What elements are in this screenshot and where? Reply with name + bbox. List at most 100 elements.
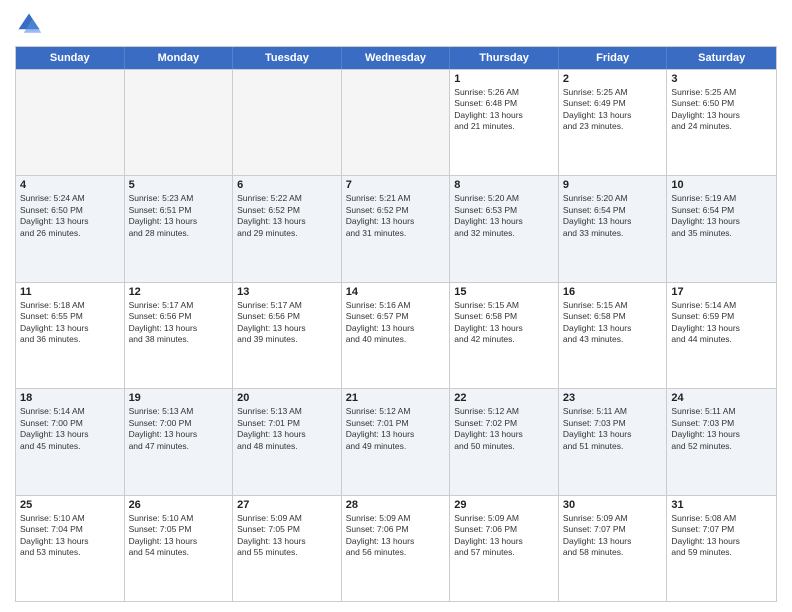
day-number: 14 xyxy=(346,286,446,298)
day-number: 10 xyxy=(671,179,772,191)
calendar: SundayMondayTuesdayWednesdayThursdayFrid… xyxy=(15,46,777,602)
calendar-row-3: 18 Sunrise: 5:14 AM Sunset: 7:00 PM Dayli… xyxy=(16,388,776,494)
day-info: Sunrise: 5:11 AM Sunset: 7:03 PM Dayligh… xyxy=(671,406,772,452)
day-number: 6 xyxy=(237,179,337,191)
day-cell-10: 10 Sunrise: 5:19 AM Sunset: 6:54 PM Dayli… xyxy=(667,176,776,281)
day-info: Sunrise: 5:14 AM Sunset: 6:59 PM Dayligh… xyxy=(671,300,772,346)
day-cell-9: 9 Sunrise: 5:20 AM Sunset: 6:54 PM Daylig… xyxy=(559,176,668,281)
empty-cell xyxy=(125,70,234,175)
header-day-tuesday: Tuesday xyxy=(233,47,342,69)
day-number: 28 xyxy=(346,499,446,511)
day-cell-27: 27 Sunrise: 5:09 AM Sunset: 7:05 PM Dayli… xyxy=(233,496,342,601)
empty-cell xyxy=(342,70,451,175)
header-day-thursday: Thursday xyxy=(450,47,559,69)
day-info: Sunrise: 5:23 AM Sunset: 6:51 PM Dayligh… xyxy=(129,193,229,239)
day-number: 18 xyxy=(20,392,120,404)
calendar-header: SundayMondayTuesdayWednesdayThursdayFrid… xyxy=(16,47,776,69)
logo xyxy=(15,10,47,38)
day-cell-4: 4 Sunrise: 5:24 AM Sunset: 6:50 PM Daylig… xyxy=(16,176,125,281)
day-cell-8: 8Sunrise: 5:20 AM Sunset: 6:53 PM Daylig… xyxy=(450,176,559,281)
day-number: 22 xyxy=(454,392,554,404)
day-number: 11 xyxy=(20,286,120,298)
day-info: Sunrise: 5:13 AM Sunset: 7:00 PM Dayligh… xyxy=(129,406,229,452)
day-number: 5 xyxy=(129,179,229,191)
day-cell-12: 12 Sunrise: 5:17 AM Sunset: 6:56 PM Dayli… xyxy=(125,283,234,388)
calendar-row-4: 25Sunrise: 5:10 AM Sunset: 7:04 PM Dayli… xyxy=(16,495,776,601)
day-cell-22: 22 Sunrise: 5:12 AM Sunset: 7:02 PM Dayli… xyxy=(450,389,559,494)
calendar-row-1: 4 Sunrise: 5:24 AM Sunset: 6:50 PM Daylig… xyxy=(16,175,776,281)
calendar-row-2: 11 Sunrise: 5:18 AM Sunset: 6:55 PM Dayli… xyxy=(16,282,776,388)
day-cell-25: 25Sunrise: 5:10 AM Sunset: 7:04 PM Dayli… xyxy=(16,496,125,601)
day-number: 1 xyxy=(454,73,554,85)
header-day-wednesday: Wednesday xyxy=(342,47,451,69)
day-cell-6: 6 Sunrise: 5:22 AM Sunset: 6:52 PM Daylig… xyxy=(233,176,342,281)
day-info: Sunrise: 5:25 AM Sunset: 6:49 PM Dayligh… xyxy=(563,87,663,133)
day-number: 27 xyxy=(237,499,337,511)
day-info: Sunrise: 5:26 AM Sunset: 6:48 PM Dayligh… xyxy=(454,87,554,133)
day-cell-30: 30 Sunrise: 5:09 AM Sunset: 7:07 PM Dayli… xyxy=(559,496,668,601)
day-info: Sunrise: 5:09 AM Sunset: 7:05 PM Dayligh… xyxy=(237,513,337,559)
day-info: Sunrise: 5:17 AM Sunset: 6:56 PM Dayligh… xyxy=(129,300,229,346)
day-number: 3 xyxy=(671,73,772,85)
day-number: 16 xyxy=(563,286,663,298)
day-number: 12 xyxy=(129,286,229,298)
header-day-sunday: Sunday xyxy=(16,47,125,69)
day-info: Sunrise: 5:20 AM Sunset: 6:54 PM Dayligh… xyxy=(563,193,663,239)
day-info: Sunrise: 5:13 AM Sunset: 7:01 PM Dayligh… xyxy=(237,406,337,452)
day-info: Sunrise: 5:08 AM Sunset: 7:07 PM Dayligh… xyxy=(671,513,772,559)
day-cell-13: 13 Sunrise: 5:17 AM Sunset: 6:56 PM Dayli… xyxy=(233,283,342,388)
day-cell-16: 16Sunrise: 5:15 AM Sunset: 6:58 PM Dayli… xyxy=(559,283,668,388)
day-number: 15 xyxy=(454,286,554,298)
calendar-row-0: 1 Sunrise: 5:26 AM Sunset: 6:48 PM Daylig… xyxy=(16,69,776,175)
day-cell-1: 1 Sunrise: 5:26 AM Sunset: 6:48 PM Daylig… xyxy=(450,70,559,175)
header-day-friday: Friday xyxy=(559,47,668,69)
day-cell-5: 5 Sunrise: 5:23 AM Sunset: 6:51 PM Daylig… xyxy=(125,176,234,281)
day-number: 21 xyxy=(346,392,446,404)
day-number: 29 xyxy=(454,499,554,511)
day-info: Sunrise: 5:16 AM Sunset: 6:57 PM Dayligh… xyxy=(346,300,446,346)
day-info: Sunrise: 5:09 AM Sunset: 7:06 PM Dayligh… xyxy=(454,513,554,559)
day-cell-11: 11 Sunrise: 5:18 AM Sunset: 6:55 PM Dayli… xyxy=(16,283,125,388)
day-cell-24: 24 Sunrise: 5:11 AM Sunset: 7:03 PM Dayli… xyxy=(667,389,776,494)
day-number: 2 xyxy=(563,73,663,85)
day-info: Sunrise: 5:25 AM Sunset: 6:50 PM Dayligh… xyxy=(671,87,772,133)
day-number: 31 xyxy=(671,499,772,511)
day-cell-29: 29 Sunrise: 5:09 AM Sunset: 7:06 PM Dayli… xyxy=(450,496,559,601)
day-info: Sunrise: 5:21 AM Sunset: 6:52 PM Dayligh… xyxy=(346,193,446,239)
day-number: 20 xyxy=(237,392,337,404)
page: SundayMondayTuesdayWednesdayThursdayFrid… xyxy=(0,0,792,612)
empty-cell xyxy=(16,70,125,175)
day-info: Sunrise: 5:11 AM Sunset: 7:03 PM Dayligh… xyxy=(563,406,663,452)
day-info: Sunrise: 5:24 AM Sunset: 6:50 PM Dayligh… xyxy=(20,193,120,239)
day-info: Sunrise: 5:09 AM Sunset: 7:06 PM Dayligh… xyxy=(346,513,446,559)
day-info: Sunrise: 5:12 AM Sunset: 7:02 PM Dayligh… xyxy=(454,406,554,452)
day-number: 30 xyxy=(563,499,663,511)
day-cell-15: 15Sunrise: 5:15 AM Sunset: 6:58 PM Dayli… xyxy=(450,283,559,388)
day-info: Sunrise: 5:14 AM Sunset: 7:00 PM Dayligh… xyxy=(20,406,120,452)
header-day-monday: Monday xyxy=(125,47,234,69)
day-info: Sunrise: 5:20 AM Sunset: 6:53 PM Dayligh… xyxy=(454,193,554,239)
day-number: 9 xyxy=(563,179,663,191)
day-number: 13 xyxy=(237,286,337,298)
day-cell-19: 19Sunrise: 5:13 AM Sunset: 7:00 PM Dayli… xyxy=(125,389,234,494)
day-number: 17 xyxy=(671,286,772,298)
day-number: 25 xyxy=(20,499,120,511)
day-info: Sunrise: 5:22 AM Sunset: 6:52 PM Dayligh… xyxy=(237,193,337,239)
day-info: Sunrise: 5:17 AM Sunset: 6:56 PM Dayligh… xyxy=(237,300,337,346)
day-cell-17: 17 Sunrise: 5:14 AM Sunset: 6:59 PM Dayli… xyxy=(667,283,776,388)
day-number: 4 xyxy=(20,179,120,191)
day-info: Sunrise: 5:10 AM Sunset: 7:05 PM Dayligh… xyxy=(129,513,229,559)
day-info: Sunrise: 5:18 AM Sunset: 6:55 PM Dayligh… xyxy=(20,300,120,346)
day-cell-31: 31 Sunrise: 5:08 AM Sunset: 7:07 PM Dayli… xyxy=(667,496,776,601)
day-number: 24 xyxy=(671,392,772,404)
header-day-saturday: Saturday xyxy=(667,47,776,69)
day-cell-7: 7Sunrise: 5:21 AM Sunset: 6:52 PM Daylig… xyxy=(342,176,451,281)
empty-cell xyxy=(233,70,342,175)
logo-icon xyxy=(15,10,43,38)
day-info: Sunrise: 5:12 AM Sunset: 7:01 PM Dayligh… xyxy=(346,406,446,452)
day-cell-2: 2 Sunrise: 5:25 AM Sunset: 6:49 PM Daylig… xyxy=(559,70,668,175)
day-cell-21: 21 Sunrise: 5:12 AM Sunset: 7:01 PM Dayli… xyxy=(342,389,451,494)
day-info: Sunrise: 5:19 AM Sunset: 6:54 PM Dayligh… xyxy=(671,193,772,239)
day-number: 23 xyxy=(563,392,663,404)
day-info: Sunrise: 5:09 AM Sunset: 7:07 PM Dayligh… xyxy=(563,513,663,559)
